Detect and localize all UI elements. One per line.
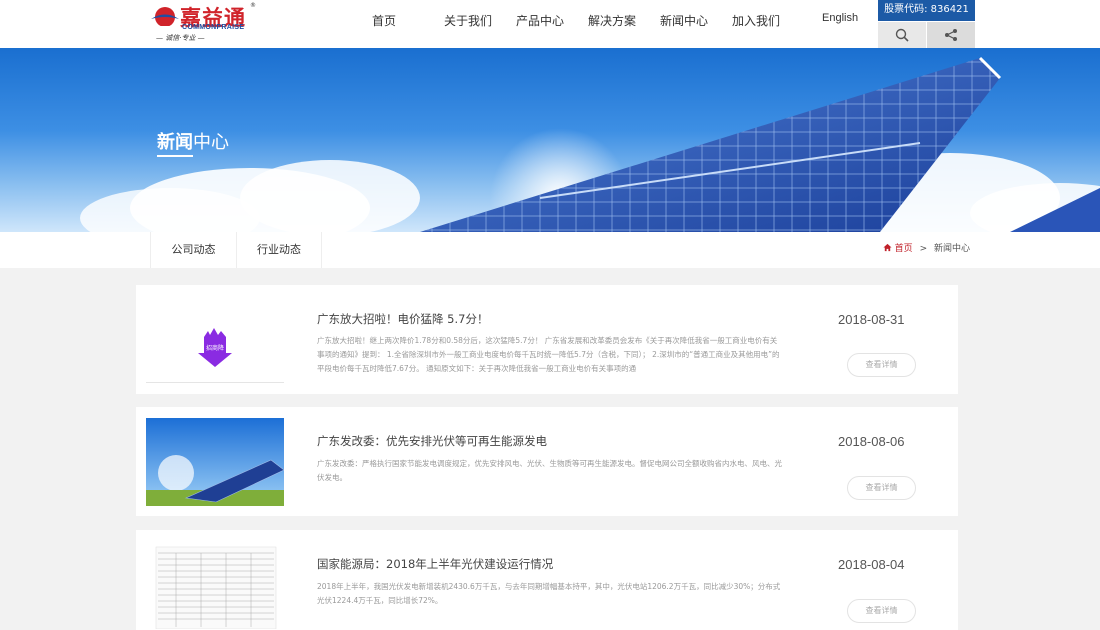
news-date: 2018-08-04 [838, 557, 905, 572]
share-button[interactable] [927, 22, 975, 48]
solar-field-image [146, 418, 284, 506]
search-icon [895, 28, 909, 42]
news-title[interactable]: 广东发改委：优先安排光伏等可再生能源发电 [317, 433, 547, 449]
nav-join[interactable]: 加入我们 [732, 0, 804, 44]
page-title-bold: 新闻 [157, 132, 193, 153]
nav-solutions[interactable]: 解决方案 [588, 0, 660, 44]
news-date: 2018-08-06 [838, 434, 905, 449]
view-details-button[interactable]: 查看详情 [847, 353, 916, 377]
news-summary: 广东放大招啦！继上两次降价1.78分和0.58分后，这次猛降5.7分！ 广东省发… [317, 336, 780, 373]
breadcrumb-separator: > [919, 244, 928, 254]
logo-slogan: — 诚信·专业 — [156, 34, 205, 42]
nav-news[interactable]: 新闻中心 [660, 0, 732, 44]
news-card[interactable]: 广东发改委：优先安排光伏等可再生能源发电 广东发改委：严格执行国家节能发电调度规… [136, 407, 958, 516]
price-drop-label: 招商降 [206, 344, 224, 352]
view-details-button[interactable]: 查看详情 [847, 599, 916, 623]
nav-about[interactable]: 关于我们 [444, 0, 516, 44]
logo-sun-icon [151, 7, 179, 26]
news-thumbnail[interactable]: 招商降 [146, 295, 284, 383]
news-title[interactable]: 广东放大招啦！电价猛降 5.7分！ [317, 311, 488, 327]
hero-banner: 新闻中心 [0, 48, 1100, 232]
news-date: 2018-08-31 [838, 312, 905, 327]
nav-products[interactable]: 产品中心 [516, 0, 588, 44]
nav-home[interactable]: 首页 [372, 0, 444, 44]
news-summary: 广东发改委：严格执行国家节能发电调度规定，优先安排风电、光伏、生物质等可再生能源… [317, 459, 782, 482]
news-card[interactable]: 招商降 广东放大招啦！电价猛降 5.7分！ 广东放大招啦！继上两次降价1.78分… [136, 285, 958, 394]
logo[interactable]: 嘉益通 ® COMMONPRAISE — 诚信·专业 — [150, 2, 260, 44]
search-button[interactable] [878, 22, 926, 48]
logo-registered: ® [250, 2, 256, 9]
view-details-button[interactable]: 查看详情 [847, 476, 916, 500]
breadcrumb-home[interactable]: 首页 [895, 244, 913, 254]
breadcrumb: 首页 > 新闻中心 [883, 232, 970, 266]
breadcrumb-current: 新闻中心 [933, 244, 970, 254]
english-link[interactable]: English [822, 12, 858, 24]
share-icon [945, 29, 957, 41]
logo-english: COMMONPRAISE [182, 24, 245, 31]
news-title[interactable]: 国家能源局：2018年上半年光伏建设运行情况 [317, 556, 553, 572]
page-title: 新闻中心 [157, 128, 229, 154]
home-icon [883, 243, 892, 252]
news-card[interactable]: 国家能源局：2018年上半年光伏建设运行情况 2018年上半年，我国光伏发电新增… [136, 530, 958, 630]
title-underline [157, 155, 193, 157]
news-summary: 2018年上半年，我国光伏发电新增装机2430.6万千瓦，与去年同期增幅基本持平… [317, 582, 781, 605]
main-nav: 首页 关于我们 产品中心 解决方案 新闻中心 加入我们 [372, 0, 804, 44]
data-table-image [155, 546, 277, 629]
sub-navigation: 公司动态 行业动态 首页 > 新闻中心 [0, 232, 1100, 268]
page-title-rest: 中心 [193, 132, 229, 153]
news-thumbnail[interactable] [146, 541, 284, 629]
tab-industry-news[interactable]: 行业动态 [236, 232, 322, 268]
top-header: 嘉益通 ® COMMONPRAISE — 诚信·专业 — 首页 关于我们 产品中… [0, 0, 1100, 48]
tab-company-news[interactable]: 公司动态 [150, 232, 236, 268]
stock-code: 股票代码: 836421 [878, 0, 975, 21]
price-drop-icon: 招商降 [198, 328, 232, 367]
news-thumbnail[interactable] [146, 418, 284, 506]
